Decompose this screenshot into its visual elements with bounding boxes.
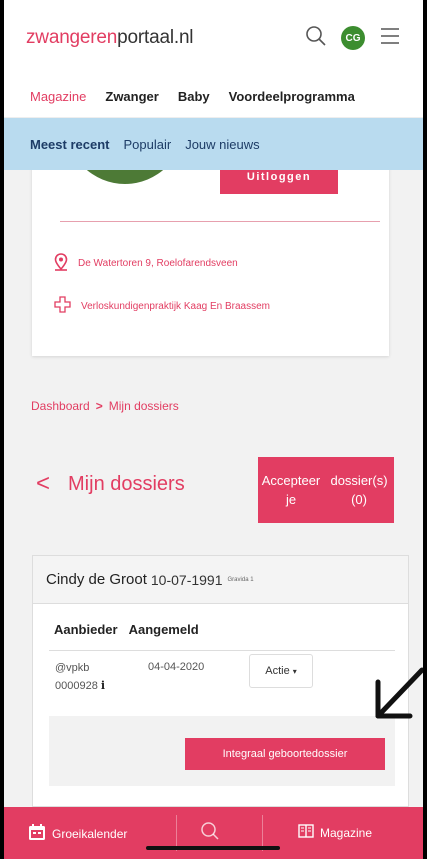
accept-label-2: dossier(s) (0) (330, 473, 388, 507)
menu-icon[interactable] (379, 26, 401, 51)
calendar-icon (28, 823, 46, 844)
title-row: < Mijn dossiers (36, 470, 185, 498)
practice-row: Verloskundigenpraktijk Kaag En Braassem (54, 296, 270, 316)
site-logo[interactable]: zwangerenportaal.nl (26, 27, 194, 49)
nav-item-baby[interactable]: Baby (178, 89, 210, 104)
caret-down-icon: ▾ (292, 666, 297, 676)
bottom-tab-bar: Groeikalender Magazine (4, 807, 423, 859)
dossier-card: Cindy de Groot 10-07-1991 Gravida 1 Aanb… (32, 555, 409, 807)
breadcrumb-separator: > (95, 399, 103, 413)
row-divider (49, 650, 395, 651)
tab-populair[interactable]: Populair (123, 137, 171, 152)
nav-item-zwanger[interactable]: Zwanger (105, 89, 158, 104)
address-row: De Watertoren 9, Roelofarendsveen (54, 253, 238, 274)
actie-label: Actie (265, 665, 290, 677)
profile-photo (66, 170, 184, 184)
logo-part-2: portaal (117, 27, 174, 48)
breadcrumb: Dashboard > Mijn dossiers (31, 399, 179, 413)
profile-divider (60, 221, 380, 222)
table-header: Aanbieder Aangemeld (54, 622, 199, 637)
main-content: Uitloggen De Watertoren 9, Roelofarendsv… (4, 170, 423, 807)
avatar[interactable]: CG (341, 26, 365, 50)
book-icon (298, 823, 314, 842)
patient-name: Cindy de Groot (46, 571, 147, 588)
address-text[interactable]: De Watertoren 9, Roelofarendsveen (78, 258, 238, 269)
dossier-actions: Integraal geboortedossier (49, 716, 395, 786)
logo-part-3: .nl (173, 27, 194, 48)
cell-aanbieder: @vpkb 0000928 i (55, 660, 105, 695)
col-aangemeld: Aangemeld (128, 622, 199, 637)
location-pin-icon (54, 253, 68, 274)
tab-magazine[interactable]: Magazine (298, 823, 372, 842)
breadcrumb-dashboard[interactable]: Dashboard (31, 399, 90, 413)
medical-cross-icon (54, 296, 71, 316)
magazine-label: Magazine (320, 825, 373, 840)
dossier-header: Cindy de Groot 10-07-1991 Gravida 1 (33, 556, 408, 604)
logo-part-1: zwangeren (26, 27, 118, 48)
logout-button[interactable]: Uitloggen (220, 170, 338, 194)
header-icons: CG (305, 25, 401, 52)
actie-dropdown-button[interactable]: Actie ▾ (249, 654, 313, 688)
info-icon[interactable]: i (101, 679, 105, 692)
site-header: zwangerenportaal.nl CG (4, 0, 423, 76)
practice-text[interactable]: Verloskundigenpraktijk Kaag En Braassem (81, 301, 270, 312)
frame-right (423, 0, 427, 859)
gravida-badge: Gravida 1 (227, 576, 254, 583)
home-indicator (146, 846, 280, 850)
nav-item-magazine[interactable]: Magazine (30, 89, 86, 104)
cell-aangemeld: 04-04-2020 (148, 661, 205, 673)
tab-meest-recent[interactable]: Meest recent (30, 137, 109, 152)
back-chevron-icon[interactable]: < (36, 470, 50, 498)
accept-label-1: Accepteer je (261, 473, 321, 507)
tab-search[interactable] (200, 821, 220, 844)
search-icon (200, 821, 220, 844)
breadcrumb-current: Mijn dossiers (108, 399, 179, 413)
integraal-geboortedossier-button[interactable]: Integraal geboortedossier (185, 738, 385, 770)
aanbieder-number: 0000928 (55, 680, 98, 692)
groeikalender-label: Groeikalender (52, 826, 128, 841)
aanbieder-handle: @vpkb (55, 662, 90, 674)
search-icon[interactable] (305, 25, 327, 52)
profile-card: Uitloggen De Watertoren 9, Roelofarendsv… (32, 170, 389, 356)
col-aanbieder: Aanbieder (54, 622, 118, 637)
nav-item-voordeelprogramma[interactable]: Voordeelprogramma (229, 89, 355, 104)
frame-left (0, 0, 4, 859)
sub-nav: Meest recent Populair Jouw nieuws (4, 118, 423, 170)
patient-dob: 10-07-1991 (150, 571, 223, 588)
page-title: Mijn dossiers (68, 472, 185, 495)
main-nav: Magazine Zwanger Baby Voordeelprogramma (4, 76, 423, 118)
annotation-arrow (375, 667, 423, 719)
accept-dossiers-button[interactable]: Accepteer je dossier(s) (0) (258, 457, 394, 523)
tab-jouw-nieuws[interactable]: Jouw nieuws (185, 137, 259, 152)
tab-groeikalender[interactable]: Groeikalender (28, 823, 127, 844)
